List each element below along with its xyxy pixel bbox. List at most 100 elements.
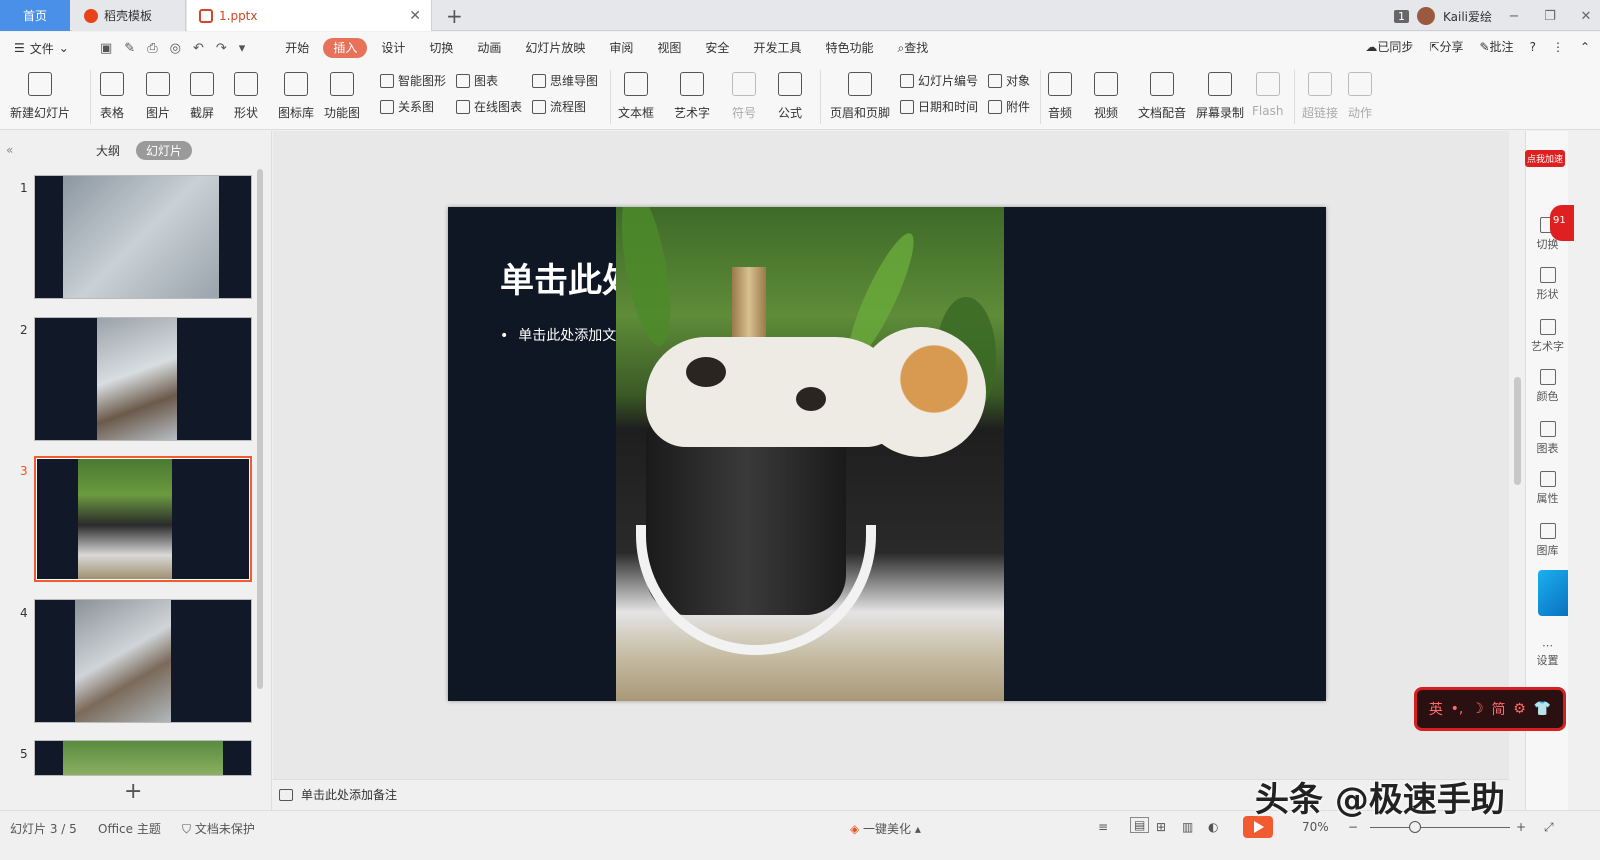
panel-scrollbar[interactable] [257, 169, 263, 689]
menu-tab-slideshow[interactable]: 幻灯片放映 [515, 38, 595, 58]
theme-name[interactable]: Office 主题 [98, 820, 161, 837]
table-button[interactable]: 表格 [100, 68, 124, 121]
file-menu[interactable]: ☰ 文件 ⌄ [14, 40, 84, 57]
fit-window-icon[interactable]: ⤢ [1544, 820, 1554, 835]
menu-tab-design[interactable]: 设计 [371, 38, 415, 58]
slide-thumbnail-5[interactable] [34, 740, 252, 776]
user-name[interactable]: Kaili爱绘 [1443, 8, 1492, 25]
slide-thumbnail-4[interactable] [34, 599, 252, 723]
zoom-in-button[interactable]: + [1516, 820, 1526, 834]
beautify-button[interactable]: ◈ 一键美化 ▴ [850, 820, 921, 837]
flash-button[interactable]: Flash [1252, 68, 1283, 118]
hyperlink-button[interactable]: 超链接 [1302, 68, 1338, 121]
online-chart-button[interactable]: 在线图表 [456, 98, 522, 115]
screenshot-button[interactable]: 截屏 [190, 68, 214, 121]
close-tab-icon[interactable]: ✕ [409, 8, 421, 24]
wordart-button[interactable]: 艺术字 [674, 68, 710, 121]
canvas-scrollbar[interactable] [1511, 131, 1524, 779]
avatar[interactable] [1416, 7, 1435, 25]
redo-icon[interactable]: ↷ [216, 41, 227, 56]
share-button[interactable]: ⇱分享 [1429, 38, 1463, 55]
datetime-button[interactable]: 日期和时间 [900, 98, 978, 115]
object-button[interactable]: 对象 [988, 72, 1030, 89]
ime-toolbar[interactable]: 英 •, ☽ 简 ⚙ 👕 [1414, 687, 1566, 731]
icon-library-button[interactable]: 图标库 [278, 68, 314, 121]
more-icon[interactable]: ⋮ [1552, 40, 1564, 54]
add-tab-button[interactable]: + [446, 4, 463, 28]
zoom-level[interactable]: 70% [1302, 820, 1329, 834]
shape-button[interactable]: 形状 [234, 68, 258, 121]
relation-chart-button[interactable]: 关系图 [380, 98, 434, 115]
menu-tab-security[interactable]: 安全 [695, 38, 739, 58]
zoom-out-button[interactable]: − [1348, 820, 1358, 834]
outline-tab[interactable]: 大纲 [86, 141, 130, 160]
side-properties[interactable]: 属性 [1526, 471, 1569, 506]
slides-tab[interactable]: 幻灯片 [136, 141, 193, 160]
normal-view-icon[interactable]: ▤ [1130, 817, 1150, 833]
new-slide-button[interactable]: 新建幻灯片 [10, 68, 70, 121]
floating-app-icon[interactable] [1538, 570, 1568, 616]
zoom-slider-track[interactable] [1370, 827, 1510, 828]
speedup-promo-badge[interactable]: 点我加速 [1525, 150, 1566, 167]
picture-button[interactable]: 图片 [146, 68, 170, 121]
ime-mode-toggle[interactable]: 简 [1492, 699, 1506, 719]
tab-templates[interactable]: 稻壳模板 [72, 0, 186, 31]
collapse-panel-icon[interactable]: « [6, 143, 13, 157]
tab-file[interactable]: 1.pptx ✕ [187, 0, 432, 31]
print-preview-icon[interactable]: ◎ [170, 41, 181, 56]
slide-thumbnail-1[interactable] [34, 175, 252, 299]
video-button[interactable]: 视频 [1094, 68, 1118, 121]
function-chart-button[interactable]: 功能图 [324, 68, 360, 121]
sync-button[interactable]: ☁已同步 [1365, 38, 1413, 55]
formula-button[interactable]: 公式 [778, 68, 802, 121]
ime-lang-toggle[interactable]: 英 [1429, 699, 1443, 719]
doc-voice-button[interactable]: 文档配音 [1138, 68, 1186, 121]
slide-thumbnail-3[interactable] [34, 456, 252, 582]
undo-icon[interactable]: ↶ [193, 41, 204, 56]
protection-status[interactable]: ⛉ 文档未保护 [182, 820, 255, 837]
audio-button[interactable]: 音频 [1048, 68, 1072, 121]
side-color[interactable]: 颜色 [1526, 369, 1569, 404]
add-slide-button[interactable]: + [124, 779, 142, 804]
menu-tab-search[interactable]: ⌕查找 [887, 38, 938, 58]
flowchart-button[interactable]: 流程图 [532, 98, 586, 115]
customize-icon[interactable]: ▾ [239, 41, 246, 56]
presenter-view-icon[interactable]: ◐ [1208, 820, 1218, 834]
menu-tab-home[interactable]: 开始 [275, 38, 319, 58]
action-button[interactable]: 动作 [1348, 68, 1372, 121]
reading-view-icon[interactable]: ▥ [1182, 820, 1193, 834]
menu-tab-insert[interactable]: 插入 [323, 38, 368, 58]
symbol-button[interactable]: 符号 [732, 68, 756, 121]
menu-tab-developer[interactable]: 开发工具 [743, 38, 811, 58]
current-slide[interactable]: 单击此处 单击此处添加文 [448, 207, 1326, 701]
side-wordart[interactable]: 艺术字 [1526, 319, 1569, 354]
menu-tab-review[interactable]: 审阅 [599, 38, 643, 58]
menu-tab-animation[interactable]: 动画 [467, 38, 511, 58]
attachment-button[interactable]: 附件 [988, 98, 1030, 115]
gear-icon[interactable]: ⚙ [1513, 701, 1526, 717]
side-settings[interactable]: ⋯ 设置 [1526, 639, 1569, 668]
print-icon[interactable]: ⎙ [147, 41, 157, 56]
tab-home[interactable]: 首页 [0, 0, 70, 31]
punctuation-icon[interactable]: •, [1451, 701, 1464, 717]
format-painter-icon[interactable]: ✎ [124, 41, 135, 56]
chart-button[interactable]: 图表 [456, 72, 498, 89]
speed-bubble[interactable]: 91 [1550, 205, 1574, 241]
notes-toggle-icon[interactable]: ≡ [1098, 820, 1108, 834]
notes-placeholder[interactable]: 单击此处添加备注 [301, 786, 397, 803]
window-count-badge[interactable]: 1 [1393, 9, 1409, 23]
kitten-photo[interactable] [616, 207, 1004, 701]
slide-number-button[interactable]: 幻灯片编号 [900, 72, 978, 89]
side-gallery[interactable]: 图库 [1526, 523, 1569, 558]
zoom-slider-knob[interactable] [1409, 821, 1421, 833]
textbox-button[interactable]: 文本框 [618, 68, 654, 121]
smart-shape-button[interactable]: 智能图形 [380, 72, 446, 89]
minimize-button[interactable]: − [1500, 9, 1528, 24]
menu-tab-view[interactable]: 视图 [647, 38, 691, 58]
shirt-icon[interactable]: 👕 [1534, 701, 1551, 717]
menu-tab-transition[interactable]: 切换 [419, 38, 463, 58]
screen-record-button[interactable]: 屏幕录制 [1196, 68, 1244, 121]
slide-body-placeholder[interactable]: 单击此处添加文 [500, 325, 616, 345]
mindmap-button[interactable]: 思维导图 [532, 72, 598, 89]
side-chart[interactable]: 图表 [1526, 421, 1569, 456]
